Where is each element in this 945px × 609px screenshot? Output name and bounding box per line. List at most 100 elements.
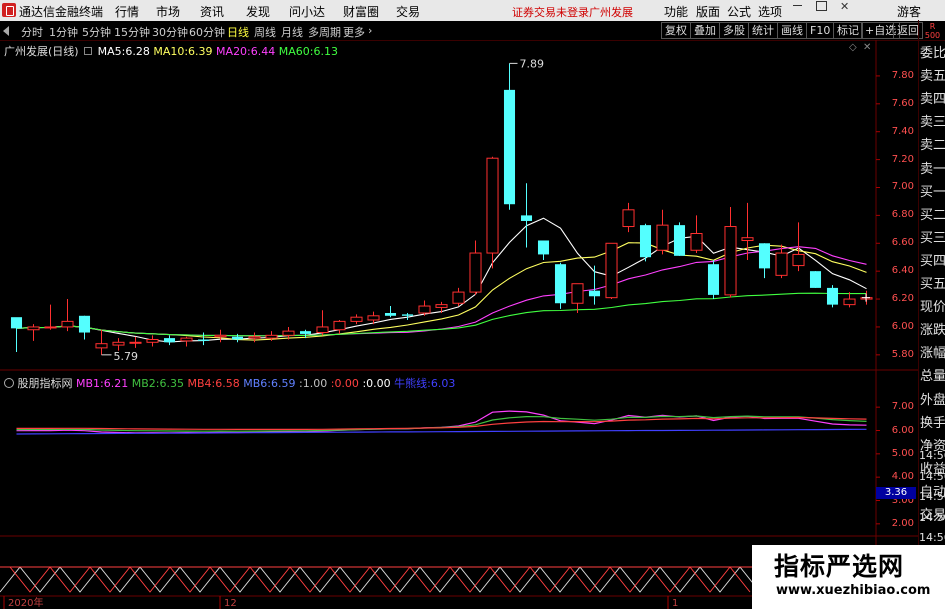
price-axis-tick: 6.40 [891, 265, 914, 277]
cursor-value-box: 3.36 [876, 487, 916, 499]
indicator-axis-tick: 7.00 [891, 401, 914, 413]
ma20-line [16, 246, 867, 337]
low-price-label: 5.79 [114, 350, 139, 363]
candle-body-down [299, 331, 312, 334]
candle-body-up [690, 233, 703, 251]
sidebar-r-label: R [929, 22, 936, 31]
candle-body-down [537, 240, 550, 255]
price-axis-tick: 7.20 [891, 153, 914, 165]
candle-body-down [78, 315, 91, 333]
trade-time-label: 14:56 [919, 510, 945, 524]
candle-body-up [367, 315, 380, 321]
order-field-label: 卖二 [920, 138, 945, 154]
order-field-label: 涨幅 [920, 346, 945, 362]
order-field-label: 卖三 [920, 115, 945, 131]
candle-body-down [707, 264, 720, 295]
candle-body-up [724, 226, 737, 296]
candle-body-up [112, 341, 125, 346]
price-axis-tick: 6.60 [891, 237, 914, 249]
trade-time-label: 14:56 [919, 531, 945, 544]
order-field-label: 买五 [920, 277, 945, 292]
order-field-label: 卖五 [920, 69, 945, 85]
bull-bear-line [16, 428, 867, 435]
trade-time-label: 14:56 [919, 449, 945, 462]
candle-body-up [452, 291, 465, 304]
x-axis-label: 12 [224, 598, 237, 609]
candle-body-up [622, 209, 635, 228]
order-field-label: 委比 [920, 46, 945, 61]
candle-body-up [282, 330, 295, 336]
candle-body-up [61, 320, 74, 328]
price-axis-tick: 5.80 [891, 348, 914, 360]
candle-body-up [469, 252, 482, 293]
candle-body-down [384, 313, 397, 316]
candle-body-up [146, 339, 159, 343]
x-axis-label: 2020年 [8, 596, 43, 609]
price-axis-tick: 7.00 [891, 181, 914, 193]
price-axis-tick: 7.40 [891, 125, 914, 137]
candle-body-up [180, 337, 193, 342]
candle-body-down [520, 215, 533, 221]
price-axis-tick: 6.80 [891, 209, 914, 221]
order-field-label: 总量 [920, 369, 945, 385]
candle-body-up [571, 283, 584, 304]
candle-body-down [197, 339, 210, 341]
candle-body-up [248, 336, 261, 339]
chart-canvas[interactable]: 7.89 5.79 2020年 12 1 [0, 0, 945, 609]
order-field-label: 买四 [920, 253, 945, 269]
candle-body-down [826, 287, 839, 305]
indicator-axis-tick: 6.00 [891, 424, 914, 436]
candle-body-up [843, 298, 856, 306]
indicator-axis-tick: 4.00 [891, 471, 914, 483]
candle-body-down [758, 243, 771, 269]
order-field-label: 买一 [920, 184, 945, 200]
candle-body-down [503, 89, 516, 205]
indicator-axis-tick: 5.00 [891, 447, 914, 459]
order-field-label: 现价 [920, 300, 945, 316]
trade-time-label: 14:56 [919, 469, 945, 483]
order-field-label: 买三 [920, 230, 945, 246]
candle-body-down [163, 338, 176, 343]
candle-body-down [231, 336, 244, 340]
order-field-label: 卖一 [920, 161, 945, 177]
x-axis-label: 1 [672, 598, 678, 609]
candle-body-up [418, 305, 431, 314]
trade-time-label: 14:56 [919, 490, 945, 503]
order-field-label: 买二 [920, 207, 945, 223]
candle-body-up [605, 242, 618, 299]
candle-body-down [588, 290, 601, 297]
candle-body-up [333, 320, 346, 331]
high-price-label: 7.89 [520, 57, 545, 70]
sidebar-500-label: 500 [924, 31, 941, 40]
order-field-label: 涨跌 [920, 323, 945, 339]
candle-body-up [656, 224, 669, 251]
candle-body-down [10, 317, 23, 329]
candle-body-up [350, 316, 363, 322]
candle-body-up [435, 304, 448, 308]
candle-body-down [673, 225, 686, 256]
candle-body-up [265, 334, 278, 339]
candle-body-up [741, 237, 754, 241]
candle-body-up [792, 253, 805, 267]
candle-body-up [316, 326, 329, 334]
price-axis-tick: 6.00 [891, 320, 914, 332]
watermark-url: www.xuezhibiao.com [776, 583, 931, 598]
ma10-line [16, 242, 867, 341]
candle-body-down [554, 264, 567, 304]
price-axis-tick: 7.80 [891, 69, 914, 81]
candle-body-down [401, 314, 414, 316]
candle-body-up [129, 341, 142, 344]
mb4-line [16, 416, 867, 430]
price-axis-tick: 7.60 [891, 97, 914, 109]
order-field-label: 换手 [920, 415, 945, 431]
indicator-axis-tick: 2.00 [891, 517, 914, 529]
ma60-line [16, 292, 867, 337]
candle-body-up [95, 343, 108, 349]
candle-body-down [809, 271, 822, 288]
candle-body-up [775, 252, 788, 276]
ma5-line [16, 217, 867, 343]
watermark-title: 指标严选网 [774, 552, 905, 581]
order-field-label: 外盘 [920, 392, 945, 408]
candle-body-down [639, 225, 652, 258]
price-axis-tick: 6.20 [891, 293, 914, 305]
